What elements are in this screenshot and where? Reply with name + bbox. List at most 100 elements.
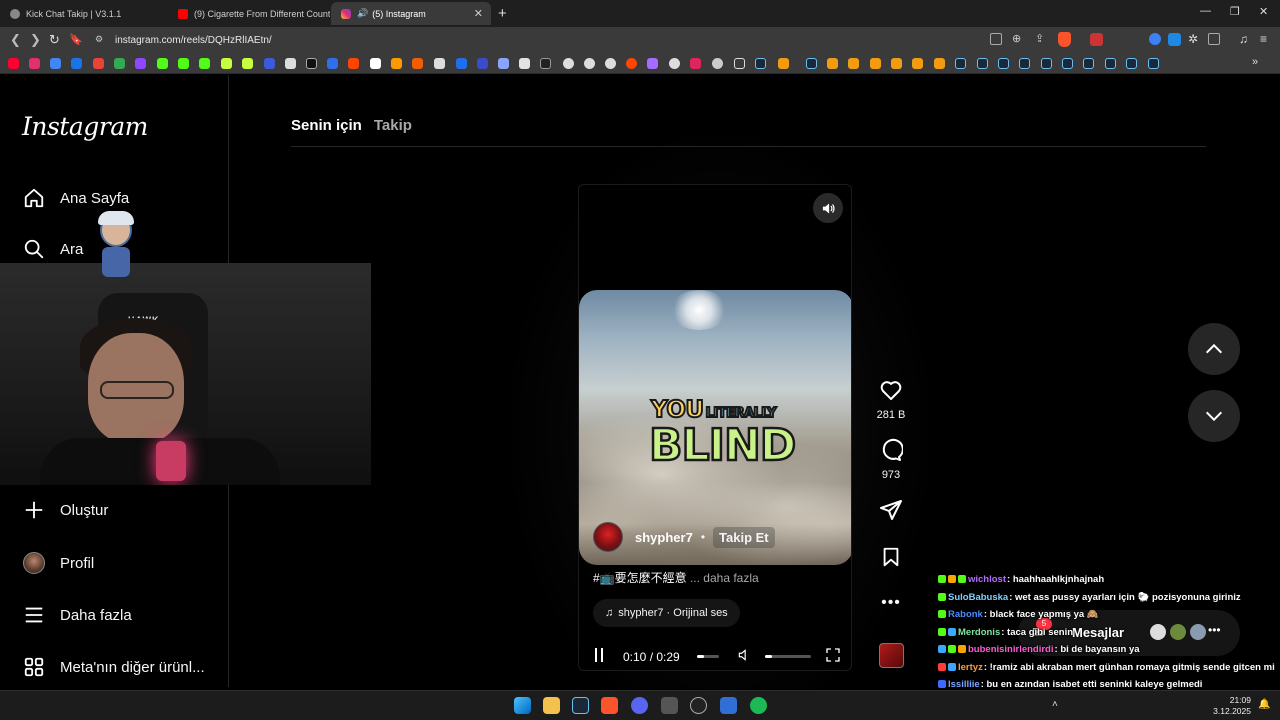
steam-icon[interactable] (977, 58, 988, 69)
globe-icon[interactable] (669, 58, 680, 69)
youtube-icon[interactable] (8, 58, 19, 69)
volume-slider[interactable] (765, 655, 811, 658)
sidebar-item-create[interactable]: Oluştur (22, 497, 108, 523)
next-reel-button[interactable] (1188, 390, 1240, 442)
windows-start-icon[interactable] (514, 697, 531, 714)
steam-icon[interactable] (1105, 58, 1116, 69)
x-icon[interactable] (306, 58, 317, 69)
steam-icon[interactable] (572, 697, 589, 714)
restore-icon[interactable]: ❐ (1230, 5, 1240, 18)
like-action[interactable]: 281 B (870, 378, 912, 421)
more-bookmarks-icon[interactable]: » (1252, 56, 1258, 68)
browser-tab-youtube[interactable]: (9) Cigarette From Different Countrie (168, 2, 330, 25)
extension-icon[interactable] (1090, 33, 1103, 46)
save-action[interactable] (870, 546, 912, 573)
globe-icon[interactable] (563, 58, 574, 69)
notification-icon[interactable]: 🔔 (1258, 699, 1270, 710)
reload-icon[interactable]: ↻ (49, 32, 60, 48)
steam-icon[interactable] (755, 58, 766, 69)
bookmark-icon[interactable] (934, 58, 945, 69)
extension-icon[interactable] (1168, 33, 1181, 46)
fullscreen-icon[interactable] (825, 647, 841, 668)
file-explorer-icon[interactable] (543, 697, 560, 714)
spotify-icon[interactable] (750, 697, 767, 714)
bookmark-icon[interactable] (778, 58, 789, 69)
chevron-up-icon[interactable]: ˄ (1052, 699, 1058, 710)
bookmark-icon[interactable] (242, 58, 253, 69)
reddit-icon[interactable] (348, 58, 359, 69)
address-bar[interactable]: ⚙ instagram.com/reels/DQHzRlIAEtn/ (88, 30, 1078, 50)
sidebar-item-meta-products[interactable]: Meta'nın diğer ürünl... (22, 654, 205, 680)
bookmark-icon[interactable] (912, 58, 923, 69)
twitch-icon[interactable] (135, 58, 146, 69)
bookmark-icon[interactable] (870, 58, 881, 69)
extension-icon[interactable] (1149, 33, 1161, 45)
bookmark-icon[interactable] (412, 58, 423, 69)
sidebar-item-search[interactable]: Ara (22, 236, 83, 262)
bookmark-icon[interactable] (891, 58, 902, 69)
share-icon[interactable]: ⇪ (1035, 32, 1044, 45)
drive-icon[interactable] (114, 58, 125, 69)
steam-icon[interactable] (1041, 58, 1052, 69)
kick-icon[interactable] (178, 58, 189, 69)
forward-icon[interactable]: ❯ (30, 32, 41, 48)
close-window-icon[interactable]: ✕ (1259, 5, 1268, 18)
cast-icon[interactable] (990, 33, 1002, 45)
discord-icon[interactable] (631, 697, 648, 714)
puzzle-icon[interactable]: ✲ (1188, 32, 1198, 46)
follow-button[interactable]: Takip Et (713, 526, 775, 548)
bookmark-icon[interactable] (434, 58, 445, 69)
steam-icon[interactable] (955, 58, 966, 69)
app-icon[interactable] (720, 697, 737, 714)
steam-icon[interactable] (998, 58, 1009, 69)
comment-action[interactable]: 973 (870, 438, 912, 481)
bookmark-icon[interactable] (327, 58, 338, 69)
sidebar-icon[interactable] (1208, 33, 1220, 45)
previous-reel-button[interactable] (1188, 323, 1240, 375)
bookmark-icon[interactable] (221, 58, 232, 69)
site-settings-icon[interactable]: ⚙ (95, 34, 103, 45)
steam-icon[interactable] (1126, 58, 1137, 69)
browser-tab-instagram[interactable]: 🔊 (5) Instagram ✕ (331, 2, 491, 25)
bookmark-icon[interactable] (370, 58, 381, 69)
clock-date[interactable]: 3.12.2025 (1205, 706, 1251, 716)
bookmark-icon[interactable] (285, 58, 296, 69)
bookmark-icon[interactable] (456, 58, 467, 69)
reel-player[interactable]: YOU LITERALLY BLIND shypher7 • Takip Et #… (578, 184, 852, 671)
app-icon[interactable] (690, 697, 707, 714)
tab-for-you[interactable]: Senin için (291, 117, 362, 134)
bookmark-icon[interactable] (827, 58, 838, 69)
music-icon[interactable]: ♫ (1239, 32, 1248, 46)
folder-icon[interactable] (734, 58, 745, 69)
tab-following[interactable]: Takip (374, 117, 412, 134)
speaker-icon[interactable] (737, 647, 751, 668)
clock-time[interactable]: 21:09 (1205, 695, 1251, 705)
bookmark-icon[interactable] (647, 58, 658, 69)
brave-icon[interactable] (601, 697, 618, 714)
bookmark-icon[interactable] (540, 58, 551, 69)
menu-icon[interactable]: ≡ (1260, 32, 1267, 46)
drive-icon[interactable] (71, 58, 82, 69)
brave-shield-icon[interactable] (1058, 32, 1071, 47)
steam-icon[interactable] (1148, 58, 1159, 69)
kick-icon[interactable] (157, 58, 168, 69)
reddit-icon[interactable] (626, 58, 637, 69)
gmail-icon[interactable] (93, 58, 104, 69)
close-tab-icon[interactable]: ✕ (474, 7, 483, 20)
steam-icon[interactable] (1019, 58, 1030, 69)
google-icon[interactable] (50, 58, 61, 69)
sidebar-item-profile[interactable]: Profil (22, 550, 94, 576)
steam-icon[interactable] (1062, 58, 1073, 69)
bookmark-icon[interactable] (690, 58, 701, 69)
pause-icon[interactable] (593, 648, 605, 662)
audio-chip[interactable]: ♫ shypher7 · Orijinal ses (593, 599, 740, 627)
browser-tab-kick-chat[interactable]: Kick Chat Takip | V3.1.1 (0, 2, 168, 25)
bookmark-icon[interactable] (264, 58, 275, 69)
url-text[interactable]: instagram.com/reels/DQHzRlIAEtn/ (115, 35, 272, 46)
bookmark-icon[interactable] (498, 58, 509, 69)
audio-thumbnail[interactable] (879, 643, 904, 668)
amazon-icon[interactable] (391, 58, 402, 69)
instagram-logo[interactable]: Instagram (22, 112, 148, 141)
instagram-icon[interactable] (29, 58, 40, 69)
app-icon[interactable] (661, 697, 678, 714)
